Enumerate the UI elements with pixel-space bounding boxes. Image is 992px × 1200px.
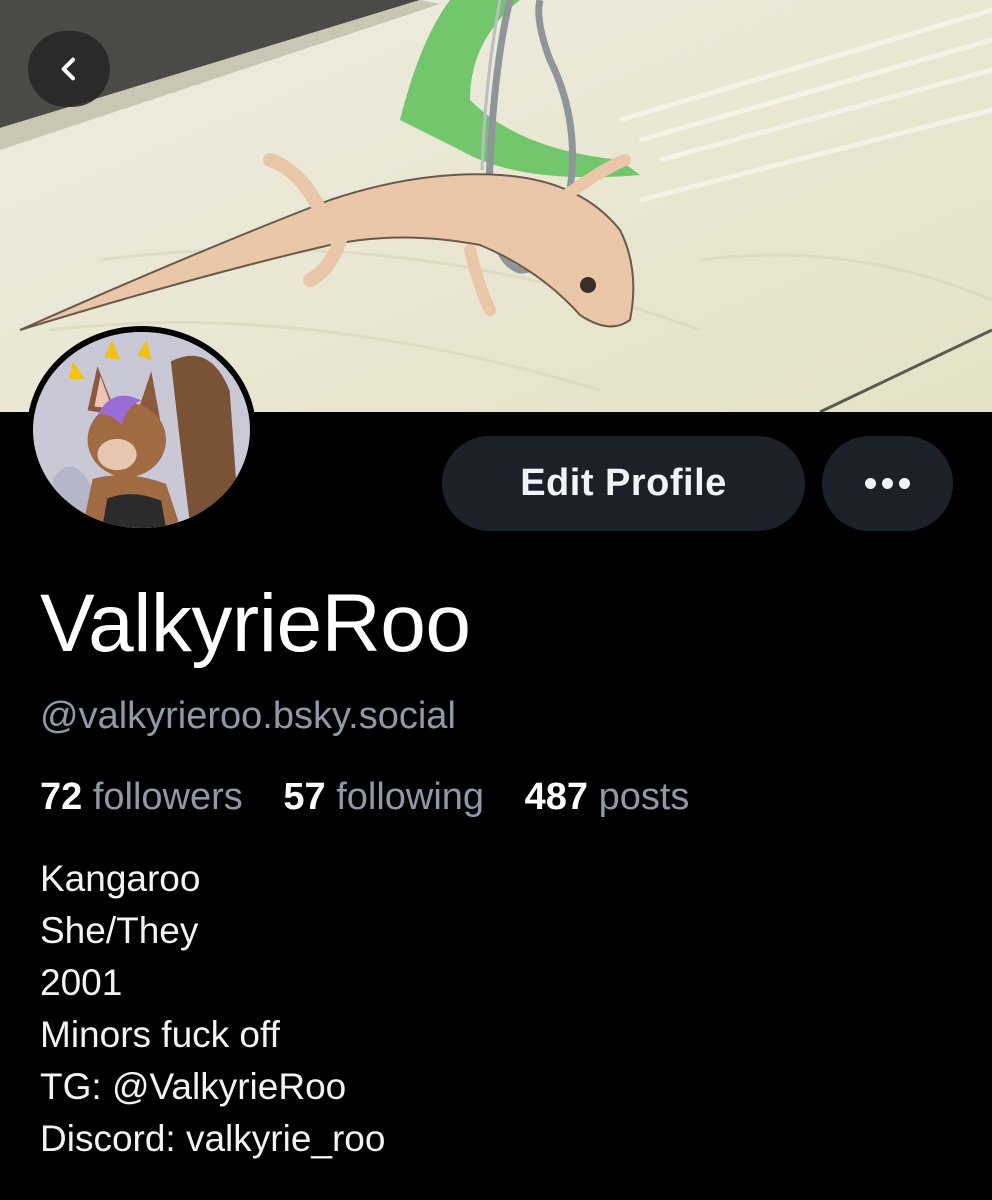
- bio-line: Minors fuck off: [40, 1014, 280, 1055]
- bio-line: 2001: [40, 962, 123, 1003]
- more-options-button[interactable]: [822, 436, 953, 531]
- followers-count: 72: [40, 776, 83, 818]
- edit-profile-button[interactable]: Edit Profile: [442, 436, 805, 531]
- posts-stat: 487 posts: [525, 776, 690, 818]
- profile-bio: Kangaroo She/They 2001 Minors fuck off T…: [40, 853, 385, 1165]
- back-button[interactable]: [28, 31, 110, 107]
- chevron-left-icon: [61, 57, 75, 81]
- following-count: 57: [283, 776, 326, 818]
- bio-line: Kangaroo: [40, 858, 201, 899]
- profile-stats: 72 followers 57 following 487 posts: [40, 773, 719, 821]
- profile-screen: Edit Profile ValkyrieRoo @valkyrieroo.bs…: [0, 0, 992, 1200]
- posts-count: 487: [524, 776, 589, 818]
- following-label: following: [336, 776, 485, 818]
- avatar[interactable]: [27, 326, 256, 534]
- ellipsis-horizontal-icon: [865, 478, 910, 489]
- bio-line: TG: @ValkyrieRoo: [40, 1066, 347, 1107]
- posts-label: posts: [598, 776, 690, 818]
- bio-line: Discord: valkyrie_roo: [40, 1118, 386, 1159]
- following-stat[interactable]: 57 following: [283, 776, 484, 818]
- avatar-image: [33, 332, 250, 528]
- followers-label: followers: [92, 776, 243, 818]
- bio-line: She/They: [40, 910, 199, 951]
- followers-stat[interactable]: 72 followers: [40, 776, 243, 818]
- profile-handle: @valkyrieroo.bsky.social: [40, 695, 456, 737]
- display-name: ValkyrieRoo: [40, 578, 471, 669]
